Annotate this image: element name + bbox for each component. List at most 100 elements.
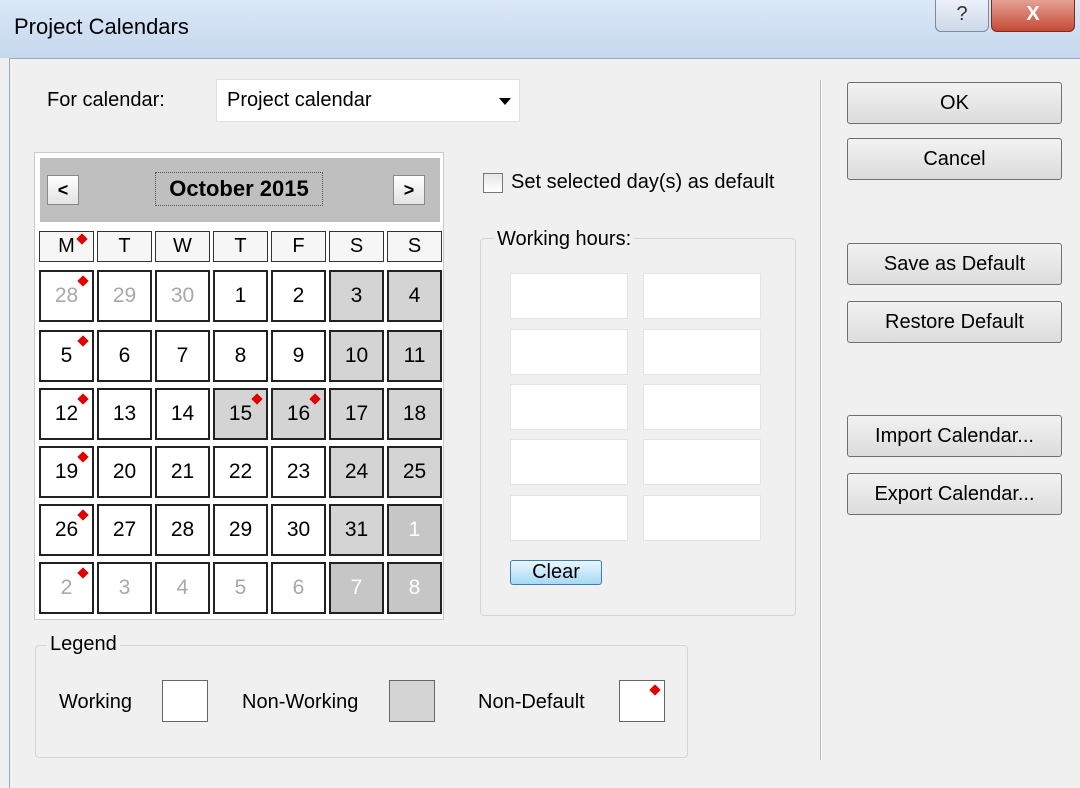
day-cell[interactable]: 19 [39,446,94,498]
day-cell[interactable]: 25 [387,446,442,498]
day-number: 8 [234,344,247,367]
day-number: 7 [176,344,189,367]
day-cell[interactable]: 3 [329,270,384,322]
day-cell[interactable]: 7 [329,562,384,614]
working-hours-to-field[interactable] [643,495,761,541]
day-number: 4 [176,576,189,599]
day-number: 31 [344,518,369,541]
day-cell[interactable]: 16 [271,388,326,440]
day-cell[interactable]: 5 [213,562,268,614]
day-number: 15 [228,402,253,425]
save-as-default-button[interactable]: Save as Default [847,243,1062,285]
day-cell[interactable]: 29 [97,270,152,322]
day-cell[interactable]: 30 [155,270,210,322]
prev-month-button[interactable]: < [47,175,79,205]
day-number: 5 [60,344,73,367]
nondefault-marker-icon [77,451,89,463]
day-number: 6 [118,344,131,367]
day-cell[interactable]: 27 [97,504,152,556]
day-cell[interactable]: 23 [271,446,326,498]
day-cell[interactable]: 28 [39,270,94,322]
working-hours-from-field[interactable] [510,384,628,430]
day-cell[interactable]: 17 [329,388,384,440]
legend-working-swatch [162,680,208,722]
ok-button[interactable]: OK [847,82,1062,124]
weekday-header: S [329,231,384,262]
day-cell[interactable]: 7 [155,330,210,382]
nondefault-marker-icon [77,335,89,347]
day-cell[interactable]: 14 [155,388,210,440]
day-cell[interactable]: 12 [39,388,94,440]
day-cell[interactable]: 2 [271,270,326,322]
working-hours-from-field[interactable] [510,495,628,541]
calendar-select[interactable]: Project calendar [216,79,520,122]
legend-nonworking-swatch [389,680,435,722]
day-cell[interactable]: 29 [213,504,268,556]
day-cell[interactable]: 5 [39,330,94,382]
day-cell[interactable]: 3 [97,562,152,614]
day-number: 6 [292,576,305,599]
weekday-header: S [387,231,442,262]
close-button[interactable]: X [991,0,1075,32]
day-cell[interactable]: 4 [155,562,210,614]
day-cell[interactable]: 18 [387,388,442,440]
day-cell[interactable]: 28 [155,504,210,556]
help-button[interactable]: ? [935,0,989,32]
day-cell[interactable]: 11 [387,330,442,382]
working-hours-from-field[interactable] [510,273,628,319]
day-cell[interactable]: 9 [271,330,326,382]
clear-button[interactable]: Clear [510,560,602,585]
working-hours-to-field[interactable] [643,273,761,319]
day-cell[interactable]: 21 [155,446,210,498]
export-calendar-button[interactable]: Export Calendar... [847,473,1062,515]
day-cell[interactable]: 1 [213,270,268,322]
day-number: 30 [170,284,195,307]
day-cell[interactable]: 8 [387,562,442,614]
day-cell[interactable]: 15 [213,388,268,440]
day-number: 27 [112,518,137,541]
cancel-button[interactable]: Cancel [847,138,1062,180]
day-number: 26 [54,518,79,541]
working-hours-to-field[interactable] [643,439,761,485]
day-cell[interactable]: 10 [329,330,384,382]
day-number: 2 [60,576,73,599]
day-number: 21 [170,460,195,483]
working-hours-from-field[interactable] [510,329,628,375]
day-number: 12 [54,402,79,425]
nondefault-marker-icon [309,393,321,405]
day-cell[interactable]: 22 [213,446,268,498]
nondefault-marker-icon [77,567,89,579]
nondefault-marker-icon [77,509,89,521]
set-default-checkbox[interactable] [483,173,503,193]
day-cell[interactable]: 30 [271,504,326,556]
dropdown-arrow-icon[interactable] [499,98,511,105]
day-cell[interactable]: 20 [97,446,152,498]
weekday-header: W [155,231,210,262]
day-cell[interactable]: 31 [329,504,384,556]
next-month-button[interactable]: > [393,175,425,205]
day-cell[interactable]: 26 [39,504,94,556]
weekday-header: T [97,231,152,262]
import-calendar-button[interactable]: Import Calendar... [847,415,1062,457]
working-hours-caption: Working hours: [494,228,635,251]
day-cell[interactable]: 8 [213,330,268,382]
day-number: 4 [408,284,421,307]
restore-default-button[interactable]: Restore Default [847,301,1062,343]
day-number: 30 [286,518,311,541]
day-number: 5 [234,576,247,599]
day-cell[interactable]: 1 [387,504,442,556]
day-cell[interactable]: 13 [97,388,152,440]
day-cell[interactable]: 24 [329,446,384,498]
day-cell[interactable]: 2 [39,562,94,614]
day-number: 24 [344,460,369,483]
day-number: 10 [344,344,369,367]
day-cell[interactable]: 6 [271,562,326,614]
working-hours-to-field[interactable] [643,329,761,375]
day-cell[interactable]: 4 [387,270,442,322]
for-calendar-label: For calendar: [47,89,165,111]
day-cell[interactable]: 6 [97,330,152,382]
nondefault-marker-icon [77,275,89,287]
working-hours-from-field[interactable] [510,439,628,485]
day-number: 9 [292,344,305,367]
working-hours-to-field[interactable] [643,384,761,430]
